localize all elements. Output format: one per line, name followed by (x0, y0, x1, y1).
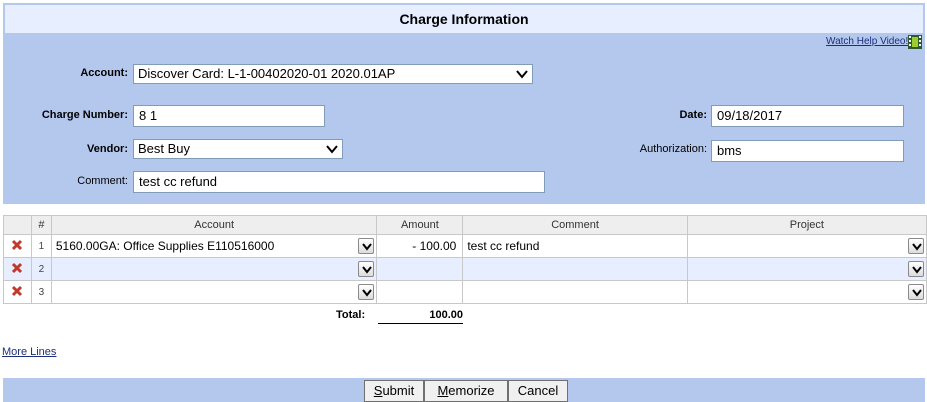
delete-row-button[interactable] (3, 280, 32, 304)
account-cell[interactable]: 5160.00GA: Office Supplies E110516000 (50, 234, 378, 258)
chevron-down-icon (326, 145, 338, 154)
vendor-label: Vendor: (87, 143, 128, 155)
date-field[interactable]: 09/18/2017 (711, 105, 904, 127)
total-value: 100.00 (378, 309, 463, 324)
delete-row-button[interactable] (3, 257, 32, 281)
charge-number-field[interactable]: 8 1 (133, 105, 325, 127)
project-dropdown-button[interactable] (908, 261, 924, 277)
column-header-account: Account (50, 215, 378, 235)
comment-cell-value (463, 281, 686, 303)
account-dropdown-button[interactable] (358, 261, 375, 277)
account-cell[interactable] (50, 280, 378, 304)
row-number: 3 (30, 280, 52, 304)
vendor-select[interactable]: Best Buy (133, 139, 343, 159)
chevron-down-icon (362, 266, 373, 274)
account-dropdown-button[interactable] (358, 238, 375, 254)
project-dropdown-button[interactable] (908, 284, 924, 300)
project-cell[interactable] (686, 257, 927, 281)
memorize-accesskey: M (437, 383, 449, 398)
account-select[interactable]: Discover Card: L-1-00402020-01 2020.01AP (133, 64, 533, 84)
date-label: Date: (679, 109, 707, 121)
account-dropdown-button[interactable] (358, 284, 375, 300)
comment-label: Comment: (77, 175, 128, 187)
row-number: 1 (30, 234, 52, 258)
column-header-number: # (30, 215, 52, 235)
delete-column-header (3, 215, 32, 235)
chevron-down-icon (362, 243, 373, 251)
amount-cell[interactable] (376, 280, 464, 304)
delete-x-icon (12, 285, 23, 296)
vendor-select-value: Best Buy (138, 141, 191, 156)
memorize-button[interactable]: Memorize (424, 380, 508, 402)
delete-row-button[interactable] (3, 234, 32, 258)
chevron-down-icon (362, 289, 373, 297)
comment-cell[interactable] (462, 257, 688, 281)
column-header-amount: Amount (376, 215, 464, 235)
table-header-row: # Account Amount Comment Project (3, 215, 927, 235)
account-select-value: Discover Card: L-1-00402020-01 2020.01AP (138, 66, 396, 81)
chevron-down-icon (912, 243, 922, 251)
project-cell[interactable] (686, 234, 927, 258)
column-header-comment: Comment (462, 215, 688, 235)
memorize-label-rest: emorize (448, 383, 495, 398)
comment-cell-value: test cc refund (467, 239, 540, 253)
submit-button[interactable]: Submit (364, 380, 424, 402)
table-row: 2 (3, 257, 927, 281)
cancel-button[interactable]: Cancel (508, 380, 568, 402)
project-dropdown-button[interactable] (908, 238, 924, 254)
page-title: Charge Information (5, 5, 923, 33)
comment-cell-value (463, 258, 686, 280)
table-row: 1 5160.00GA: Office Supplies E110516000 … (3, 234, 927, 258)
project-cell[interactable] (686, 280, 927, 304)
table-row: 3 (3, 280, 927, 304)
delete-x-icon (12, 239, 23, 250)
amount-cell[interactable] (376, 257, 464, 281)
account-label: Account: (80, 67, 128, 79)
charge-number-label: Charge Number: (41, 109, 128, 121)
chevron-down-icon (912, 266, 922, 274)
more-lines-link[interactable]: More Lines (2, 346, 56, 358)
submit-label-rest: ubmit (382, 383, 415, 398)
amount-cell-value (377, 258, 462, 280)
account-cell[interactable] (50, 257, 378, 281)
comment-cell[interactable] (462, 280, 688, 304)
row-number: 2 (30, 257, 52, 281)
chevron-down-icon (516, 70, 528, 79)
chevron-down-icon (912, 289, 922, 297)
authorization-field[interactable]: bms (711, 140, 904, 162)
account-cell-value: 5160.00GA: Office Supplies E110516000 (55, 239, 275, 253)
amount-cell[interactable]: - 100.00 (376, 234, 464, 258)
amount-cell-value (377, 281, 462, 303)
authorization-label: Authorization: (639, 143, 707, 155)
total-label: Total: (336, 309, 366, 321)
charge-lines-table: # Account Amount Comment Project 1 5160.… (3, 215, 927, 304)
comment-cell[interactable]: test cc refund (462, 234, 688, 258)
delete-x-icon (12, 262, 23, 273)
amount-cell-value: - 100.00 (412, 239, 457, 253)
watch-help-video-link[interactable]: Watch Help Video! (826, 36, 908, 47)
film-icon[interactable] (908, 35, 922, 49)
column-header-project: Project (686, 215, 927, 235)
comment-field[interactable]: test cc refund (133, 171, 545, 193)
